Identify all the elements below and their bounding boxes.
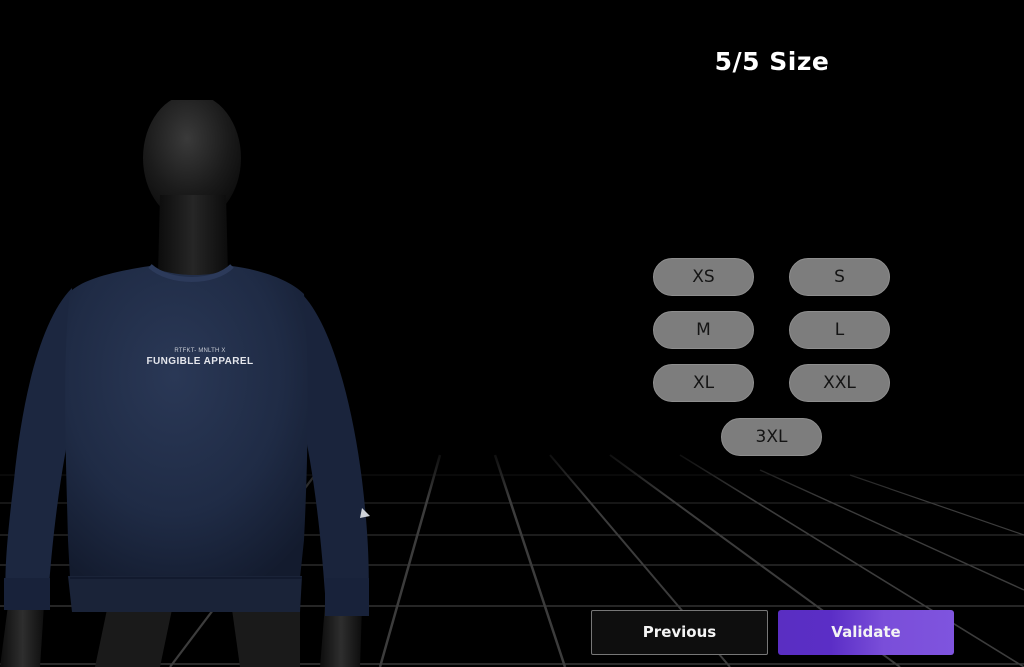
garment-print-line1: RTFKT- MNLTH X bbox=[174, 348, 226, 354]
sweatshirt-left-sleeve bbox=[5, 288, 76, 600]
configurator-scene: RTFKT- MNLTH X FUNGIBLE APPAREL 5/5 Size… bbox=[0, 0, 1024, 667]
sweatshirt-right-sleeve bbox=[300, 292, 369, 607]
size-option-xs[interactable]: XS bbox=[653, 258, 754, 296]
garment-print: RTFKT- MNLTH X FUNGIBLE APPAREL bbox=[120, 347, 280, 368]
size-option-xxl[interactable]: XXL bbox=[789, 364, 890, 402]
sweatshirt-waistband bbox=[68, 576, 302, 612]
mannequin-model[interactable] bbox=[0, 100, 400, 667]
sweatshirt-left-cuff bbox=[4, 578, 50, 610]
size-option-3xl[interactable]: 3XL bbox=[721, 418, 822, 456]
sweatshirt-body bbox=[65, 266, 308, 578]
step-title: 5/5 Size bbox=[714, 47, 830, 76]
size-option-l[interactable]: L bbox=[789, 311, 890, 349]
sweatshirt-right-cuff bbox=[325, 578, 369, 616]
garment-print-line2: FUNGIBLE APPAREL bbox=[146, 356, 254, 367]
validate-button[interactable]: Validate bbox=[778, 610, 954, 655]
size-option-xl[interactable]: XL bbox=[653, 364, 754, 402]
size-option-s[interactable]: S bbox=[789, 258, 890, 296]
mannequin-neck bbox=[158, 195, 228, 275]
previous-button[interactable]: Previous bbox=[591, 610, 768, 655]
size-option-m[interactable]: M bbox=[653, 311, 754, 349]
size-options: XS S M L XL XXL 3XL bbox=[653, 258, 893, 458]
